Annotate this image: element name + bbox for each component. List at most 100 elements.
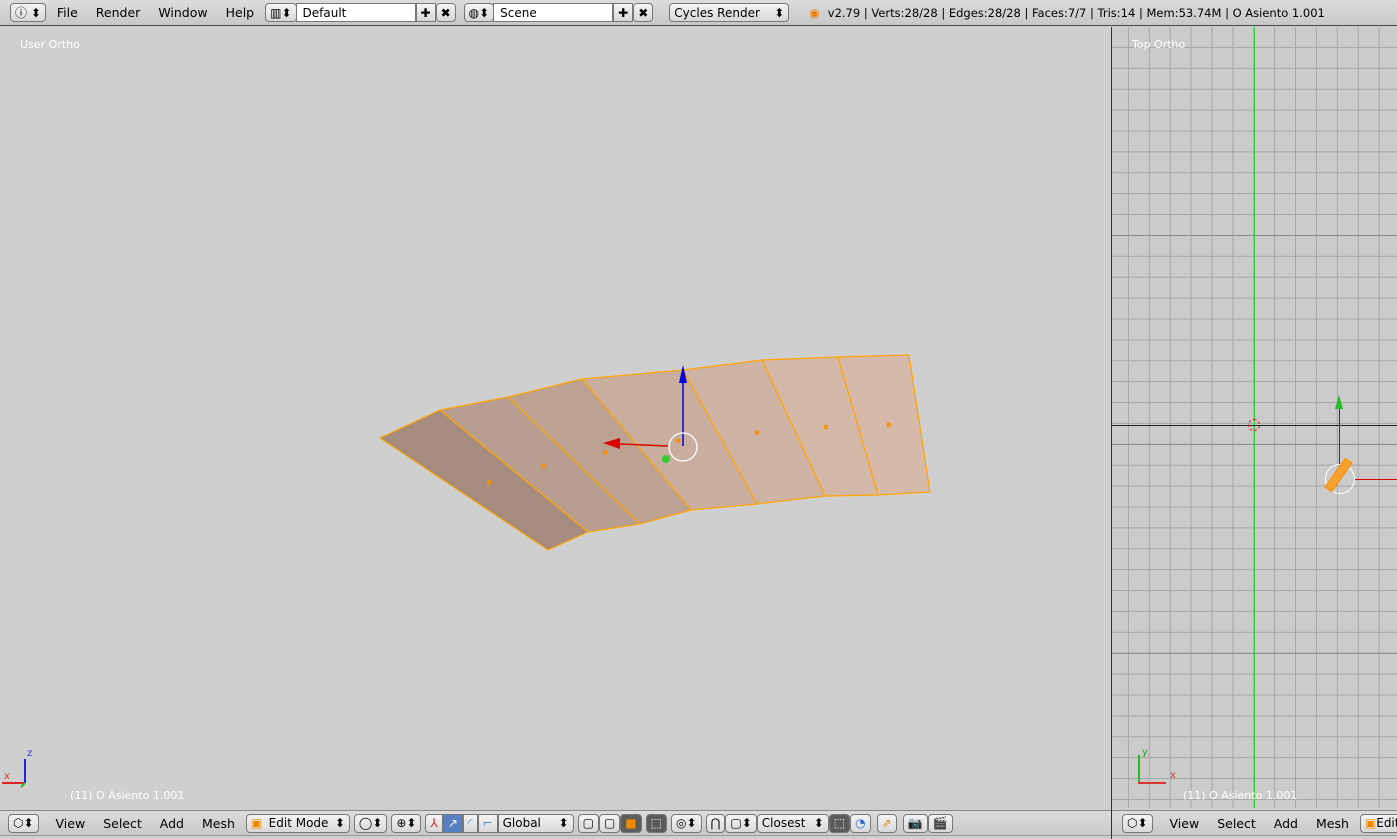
x-handle[interactable] (1354, 479, 1397, 480)
menu-select[interactable]: Select (1208, 816, 1265, 831)
orientation-dropdown[interactable]: Global ⬍ (497, 813, 574, 833)
mode-label: Edit (1376, 816, 1397, 830)
mode-dropdown[interactable]: ▣ Edit Mode ⬍ (245, 813, 350, 833)
editor-type-button[interactable]: ⬡⬍ (1122, 813, 1153, 833)
blender-logo-icon: ◉ (809, 5, 820, 20)
proportional-edit-dropdown[interactable]: ◎⬍ (670, 813, 702, 833)
render-opengl-button[interactable]: 📷 (902, 813, 928, 833)
snap-target-dropdown[interactable]: Closest ⬍ (756, 813, 829, 833)
snap-element-dropdown[interactable]: ▢⬍ (725, 813, 757, 833)
face-center-dot[interactable] (487, 480, 491, 485)
info-icon: ⓘ ⬍ (15, 6, 41, 20)
screen-layout-icon: ▥⬍ (270, 5, 292, 20)
top-view-header: ⬡⬍ View Select Add Mesh ▣Edit (1112, 810, 1397, 836)
snap-self-icon: ⬚ (833, 816, 846, 830)
y-axis-handle (662, 455, 670, 463)
render-animation-button[interactable]: 🎬 (927, 813, 953, 833)
object-label: (11) O Asiento 1.001 (70, 789, 185, 802)
3d-cursor-icon (1248, 419, 1260, 431)
menu-mesh[interactable]: Mesh (1307, 816, 1358, 831)
copy-layers-button[interactable]: ⇗ (876, 813, 897, 833)
mesh-canvas (2, 354, 931, 788)
scene-icon: ◍⬍ (468, 5, 490, 20)
edge-icon: ▢ (603, 816, 616, 830)
menu-render[interactable]: Render (87, 5, 150, 20)
mesh-faces (378, 354, 931, 551)
add-layout-button[interactable]: ✚ (415, 3, 436, 22)
menu-file[interactable]: File (48, 5, 87, 20)
snap-toggle[interactable]: ⋂ (705, 813, 726, 833)
menu-view[interactable]: View (1161, 816, 1209, 831)
close-icon: ✖ (638, 5, 649, 20)
delete-layout-button[interactable]: ✖ (435, 3, 456, 22)
manipulator-toggle[interactable]: ⅄ (425, 813, 443, 833)
menu-view[interactable]: View (47, 816, 95, 831)
proportional-icon: ◎⬍ (675, 816, 697, 830)
face-center-dot[interactable] (676, 438, 681, 443)
menu-mesh[interactable]: Mesh (193, 816, 244, 831)
clapper-icon: 🎬 (932, 816, 948, 830)
axis-x-label: x (4, 771, 10, 782)
solid-shading-icon: ◯⬍ (358, 816, 383, 830)
y-arrow-icon[interactable] (1335, 395, 1343, 409)
edit-mode-icon: ▣ (250, 816, 263, 830)
3d-viewport-user-ortho[interactable]: User Ortho x z (11) O Asiento 1.001 (0, 27, 1111, 808)
axis-x-label: x (1170, 770, 1176, 781)
align-icon: ◔ (855, 816, 866, 830)
gizmo-x-line (1138, 782, 1166, 784)
magnet-icon: ⋂ (710, 816, 721, 830)
screen-layout-button[interactable]: ▥⬍ (265, 3, 297, 22)
axis-y-label: y (1142, 747, 1148, 758)
menu-help[interactable]: Help (217, 5, 264, 20)
menu-window[interactable]: Window (149, 5, 216, 20)
object-label: (11) O Asiento 1.001 (1183, 789, 1298, 802)
face-icon: ■ (625, 816, 637, 830)
render-engine-dropdown[interactable]: Cycles Render ⬍ (669, 3, 790, 22)
manipulator-icon: ⅄ (430, 816, 438, 830)
mode-dropdown[interactable]: ▣Edit (1359, 813, 1397, 833)
face-center-dot[interactable] (823, 425, 828, 429)
menu-add[interactable]: Add (151, 816, 193, 831)
3d-viewport-top-ortho[interactable]: Top Ortho y x (11) O Asiento 1.001 (1112, 27, 1397, 808)
edge-select-mode[interactable]: ▢ (598, 813, 621, 833)
view-label: Top Ortho (1132, 38, 1186, 51)
layers-icon: ⇗ (881, 816, 892, 830)
face-center-dot[interactable] (754, 430, 759, 435)
add-icon: ✚ (618, 5, 629, 20)
y-axis-line (1254, 27, 1255, 808)
limit-selection-toggle[interactable]: ⬚ (645, 813, 667, 833)
face-center-dot[interactable] (886, 422, 891, 427)
add-icon: ✚ (420, 5, 431, 20)
editor-type-button[interactable]: ⬡⬍ (8, 813, 39, 833)
delete-scene-button[interactable]: ✖ (633, 3, 654, 22)
snap-self-toggle[interactable]: ⬚ (828, 813, 851, 833)
orientation-label: Global (502, 816, 541, 830)
translate-manipulator[interactable]: ↗ (442, 813, 463, 833)
mode-label: Edit Mode (268, 816, 329, 830)
pivot-point-dropdown[interactable]: ⊕⬍ (391, 813, 422, 833)
menu-select[interactable]: Select (94, 816, 151, 831)
3d-view-header: ⬡⬍ View Select Add Mesh ▣ Edit Mode ⬍ ◯⬍ ⊕… (0, 810, 1111, 836)
layout-field[interactable]: Default (295, 3, 416, 22)
face-select-mode[interactable]: ■ (620, 813, 642, 833)
cube-icon: ⬡⬍ (13, 816, 34, 830)
face-center-dot[interactable] (542, 463, 546, 468)
vertex-select-mode[interactable]: ▢ (577, 813, 599, 833)
menu-add[interactable]: Add (1265, 816, 1307, 831)
scene-button[interactable]: ◍⬍ (463, 3, 495, 22)
camera-icon: 📷 (907, 816, 923, 830)
editor-type-info-button[interactable]: ⓘ ⬍ (10, 3, 46, 22)
render-engine-label: Cycles Render (674, 5, 760, 20)
top-bar: ⓘ ⬍ File Render Window Help ▥⬍ Default ✚… (0, 0, 1397, 26)
face-center-dot[interactable] (603, 450, 608, 455)
scene-field[interactable]: Scene (493, 3, 614, 22)
rotate-manipulator[interactable]: ◜ (462, 813, 478, 833)
add-scene-button[interactable]: ✚ (613, 3, 634, 22)
scale-manipulator[interactable]: ⌐ (477, 813, 498, 833)
vertex-icon: ▢ (582, 816, 594, 830)
cube-icon: ⬡⬍ (1127, 816, 1148, 830)
viewport-shading-dropdown[interactable]: ◯⬍ (353, 813, 388, 833)
gizmo-y-line (1138, 755, 1140, 783)
scale-icon: ⌐ (482, 816, 493, 830)
align-rotation-toggle[interactable]: ◔ (850, 813, 871, 833)
